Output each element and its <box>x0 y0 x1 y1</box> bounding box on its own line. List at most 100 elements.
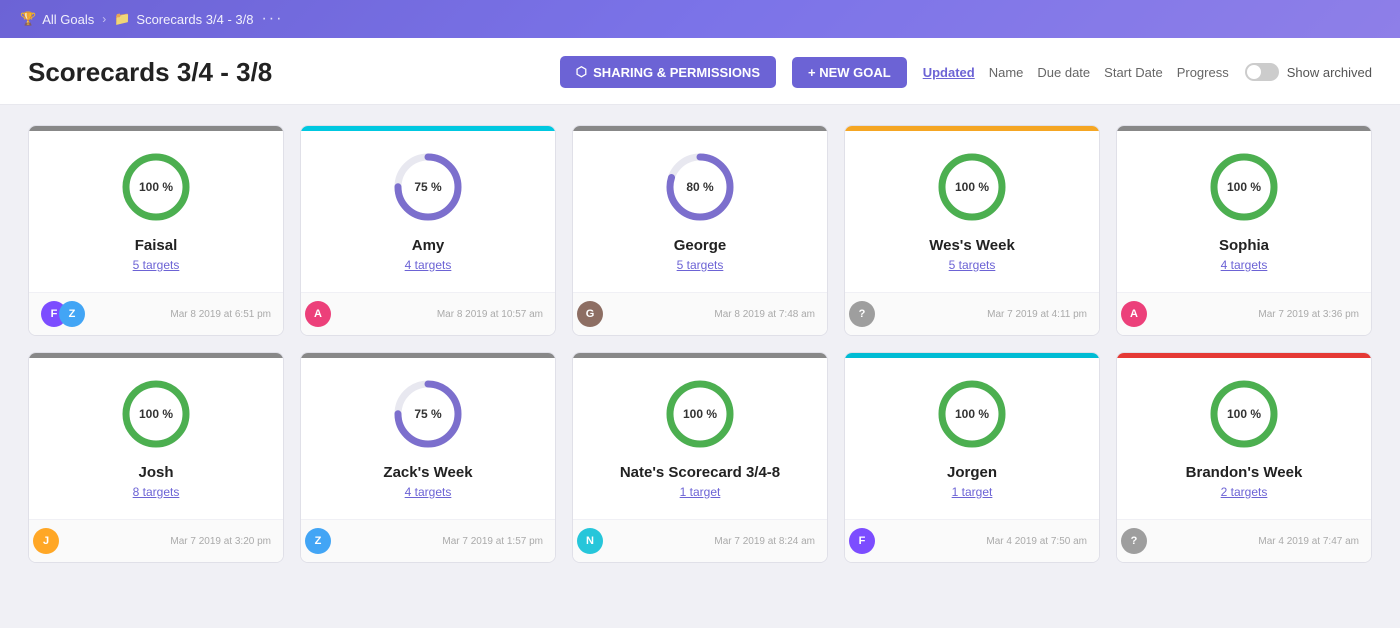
show-archived-toggle-container: Show archived <box>1245 63 1372 81</box>
nav-more-options[interactable]: ··· <box>261 10 283 28</box>
sharing-permissions-button[interactable]: ⬡ SHARING & PERMISSIONS <box>560 56 776 88</box>
card-footer: ? Mar 4 2019 at 7:47 am <box>1117 519 1371 562</box>
card-wess-week: 100 % Wes's Week 5 targets ? Mar 7 2019 … <box>844 125 1100 336</box>
card-date: Mar 7 2019 at 3:20 pm <box>65 536 271 547</box>
card-josh: 100 % Josh 8 targets J Mar 7 2019 at 3:2… <box>28 352 284 563</box>
card-targets[interactable]: 8 targets <box>133 485 180 499</box>
progress-value: 75 % <box>414 407 441 421</box>
new-goal-button[interactable]: + NEW GOAL <box>792 57 907 88</box>
card-sophia: 100 % Sophia 4 targets A Mar 7 2019 at 3… <box>1116 125 1372 336</box>
card-body: 80 % George 5 targets <box>573 131 827 292</box>
progress-circle: 100 % <box>664 378 736 450</box>
sort-options-bar: Updated Name Due date Start Date Progres… <box>923 65 1229 80</box>
sort-due-date[interactable]: Due date <box>1037 65 1090 80</box>
avatar: A <box>305 301 331 327</box>
card-name: George <box>674 237 727 254</box>
card-targets[interactable]: 4 targets <box>405 258 452 272</box>
card-avatars: J <box>41 528 59 554</box>
card-targets[interactable]: 5 targets <box>133 258 180 272</box>
card-jorgen: 100 % Jorgen 1 target F Mar 4 2019 at 7:… <box>844 352 1100 563</box>
card-footer: FZ Mar 8 2019 at 6:51 pm <box>29 292 283 335</box>
card-avatars: G <box>585 301 603 327</box>
progress-value: 100 % <box>1227 180 1261 194</box>
card-body: 100 % Josh 8 targets <box>29 358 283 519</box>
card-avatars: A <box>313 301 331 327</box>
card-date: Mar 8 2019 at 10:57 am <box>337 309 543 320</box>
card-targets[interactable]: 5 targets <box>677 258 724 272</box>
card-name: Wes's Week <box>929 237 1015 254</box>
top-navigation: 🏆 All Goals › 📁 Scorecards 3/4 - 3/8 ··· <box>0 0 1400 38</box>
card-footer: A Mar 8 2019 at 10:57 am <box>301 292 555 335</box>
nav-scorecard-label: Scorecards 3/4 - 3/8 <box>136 12 253 27</box>
show-archived-toggle[interactable] <box>1245 63 1279 81</box>
card-avatars: ? <box>1129 528 1147 554</box>
card-targets[interactable]: 4 targets <box>1221 258 1268 272</box>
card-body: 100 % Jorgen 1 target <box>845 358 1099 519</box>
sort-progress[interactable]: Progress <box>1177 65 1229 80</box>
progress-circle: 100 % <box>936 378 1008 450</box>
avatar: ? <box>849 301 875 327</box>
progress-value: 100 % <box>139 407 173 421</box>
card-avatars: Z <box>313 528 331 554</box>
card-name: Brandon's Week <box>1186 464 1303 481</box>
card-date: Mar 4 2019 at 7:50 am <box>881 536 1087 547</box>
card-avatars: A <box>1129 301 1147 327</box>
progress-value: 80 % <box>686 180 713 194</box>
progress-circle: 100 % <box>1208 378 1280 450</box>
card-targets[interactable]: 1 target <box>952 485 993 499</box>
card-name: Josh <box>138 464 173 481</box>
card-avatars: ? <box>857 301 875 327</box>
sort-name[interactable]: Name <box>989 65 1024 80</box>
nav-scorecard[interactable]: 📁 Scorecards 3/4 - 3/8 <box>114 11 253 27</box>
card-date: Mar 8 2019 at 6:51 pm <box>91 309 271 320</box>
page-title: Scorecards 3/4 - 3/8 <box>28 57 544 88</box>
share-icon: ⬡ <box>576 64 587 80</box>
card-targets[interactable]: 1 target <box>680 485 721 499</box>
card-amy: 75 % Amy 4 targets A Mar 8 2019 at 10:57… <box>300 125 556 336</box>
card-name: Faisal <box>135 237 178 254</box>
avatar: Z <box>59 301 85 327</box>
main-content: 100 % Faisal 5 targets FZ Mar 8 2019 at … <box>0 105 1400 583</box>
card-footer: Z Mar 7 2019 at 1:57 pm <box>301 519 555 562</box>
card-faisal: 100 % Faisal 5 targets FZ Mar 8 2019 at … <box>28 125 284 336</box>
card-targets[interactable]: 5 targets <box>949 258 996 272</box>
sort-start-date[interactable]: Start Date <box>1104 65 1163 80</box>
card-george: 80 % George 5 targets G Mar 8 2019 at 7:… <box>572 125 828 336</box>
avatar: N <box>577 528 603 554</box>
progress-circle: 100 % <box>120 151 192 223</box>
progress-value: 100 % <box>955 407 989 421</box>
card-body: 100 % Wes's Week 5 targets <box>845 131 1099 292</box>
card-targets[interactable]: 4 targets <box>405 485 452 499</box>
card-name: Amy <box>412 237 445 254</box>
card-name: Sophia <box>1219 237 1269 254</box>
card-footer: N Mar 7 2019 at 8:24 am <box>573 519 827 562</box>
card-zacks-week: 75 % Zack's Week 4 targets Z Mar 7 2019 … <box>300 352 556 563</box>
card-body: 75 % Amy 4 targets <box>301 131 555 292</box>
avatar: J <box>33 528 59 554</box>
show-archived-label: Show archived <box>1287 65 1372 80</box>
progress-circle: 100 % <box>936 151 1008 223</box>
avatar: A <box>1121 301 1147 327</box>
sort-updated[interactable]: Updated <box>923 65 975 80</box>
avatar: G <box>577 301 603 327</box>
card-body: 75 % Zack's Week 4 targets <box>301 358 555 519</box>
cards-grid: 100 % Faisal 5 targets FZ Mar 8 2019 at … <box>28 125 1372 563</box>
card-body: 100 % Sophia 4 targets <box>1117 131 1371 292</box>
nav-all-goals-label: All Goals <box>42 12 94 27</box>
avatar: Z <box>305 528 331 554</box>
card-footer: J Mar 7 2019 at 3:20 pm <box>29 519 283 562</box>
card-date: Mar 8 2019 at 7:48 am <box>609 309 815 320</box>
progress-value: 100 % <box>955 180 989 194</box>
card-footer: A Mar 7 2019 at 3:36 pm <box>1117 292 1371 335</box>
new-goal-label: + NEW GOAL <box>808 65 891 80</box>
card-avatars: F <box>857 528 875 554</box>
card-date: Mar 7 2019 at 8:24 am <box>609 536 815 547</box>
card-targets[interactable]: 2 targets <box>1221 485 1268 499</box>
progress-value: 100 % <box>683 407 717 421</box>
progress-value: 100 % <box>1227 407 1261 421</box>
nav-all-goals[interactable]: 🏆 All Goals <box>20 11 94 27</box>
sharing-btn-label: SHARING & PERMISSIONS <box>593 65 760 80</box>
card-avatars: FZ <box>41 301 85 327</box>
card-name: Zack's Week <box>383 464 472 481</box>
avatar: ? <box>1121 528 1147 554</box>
